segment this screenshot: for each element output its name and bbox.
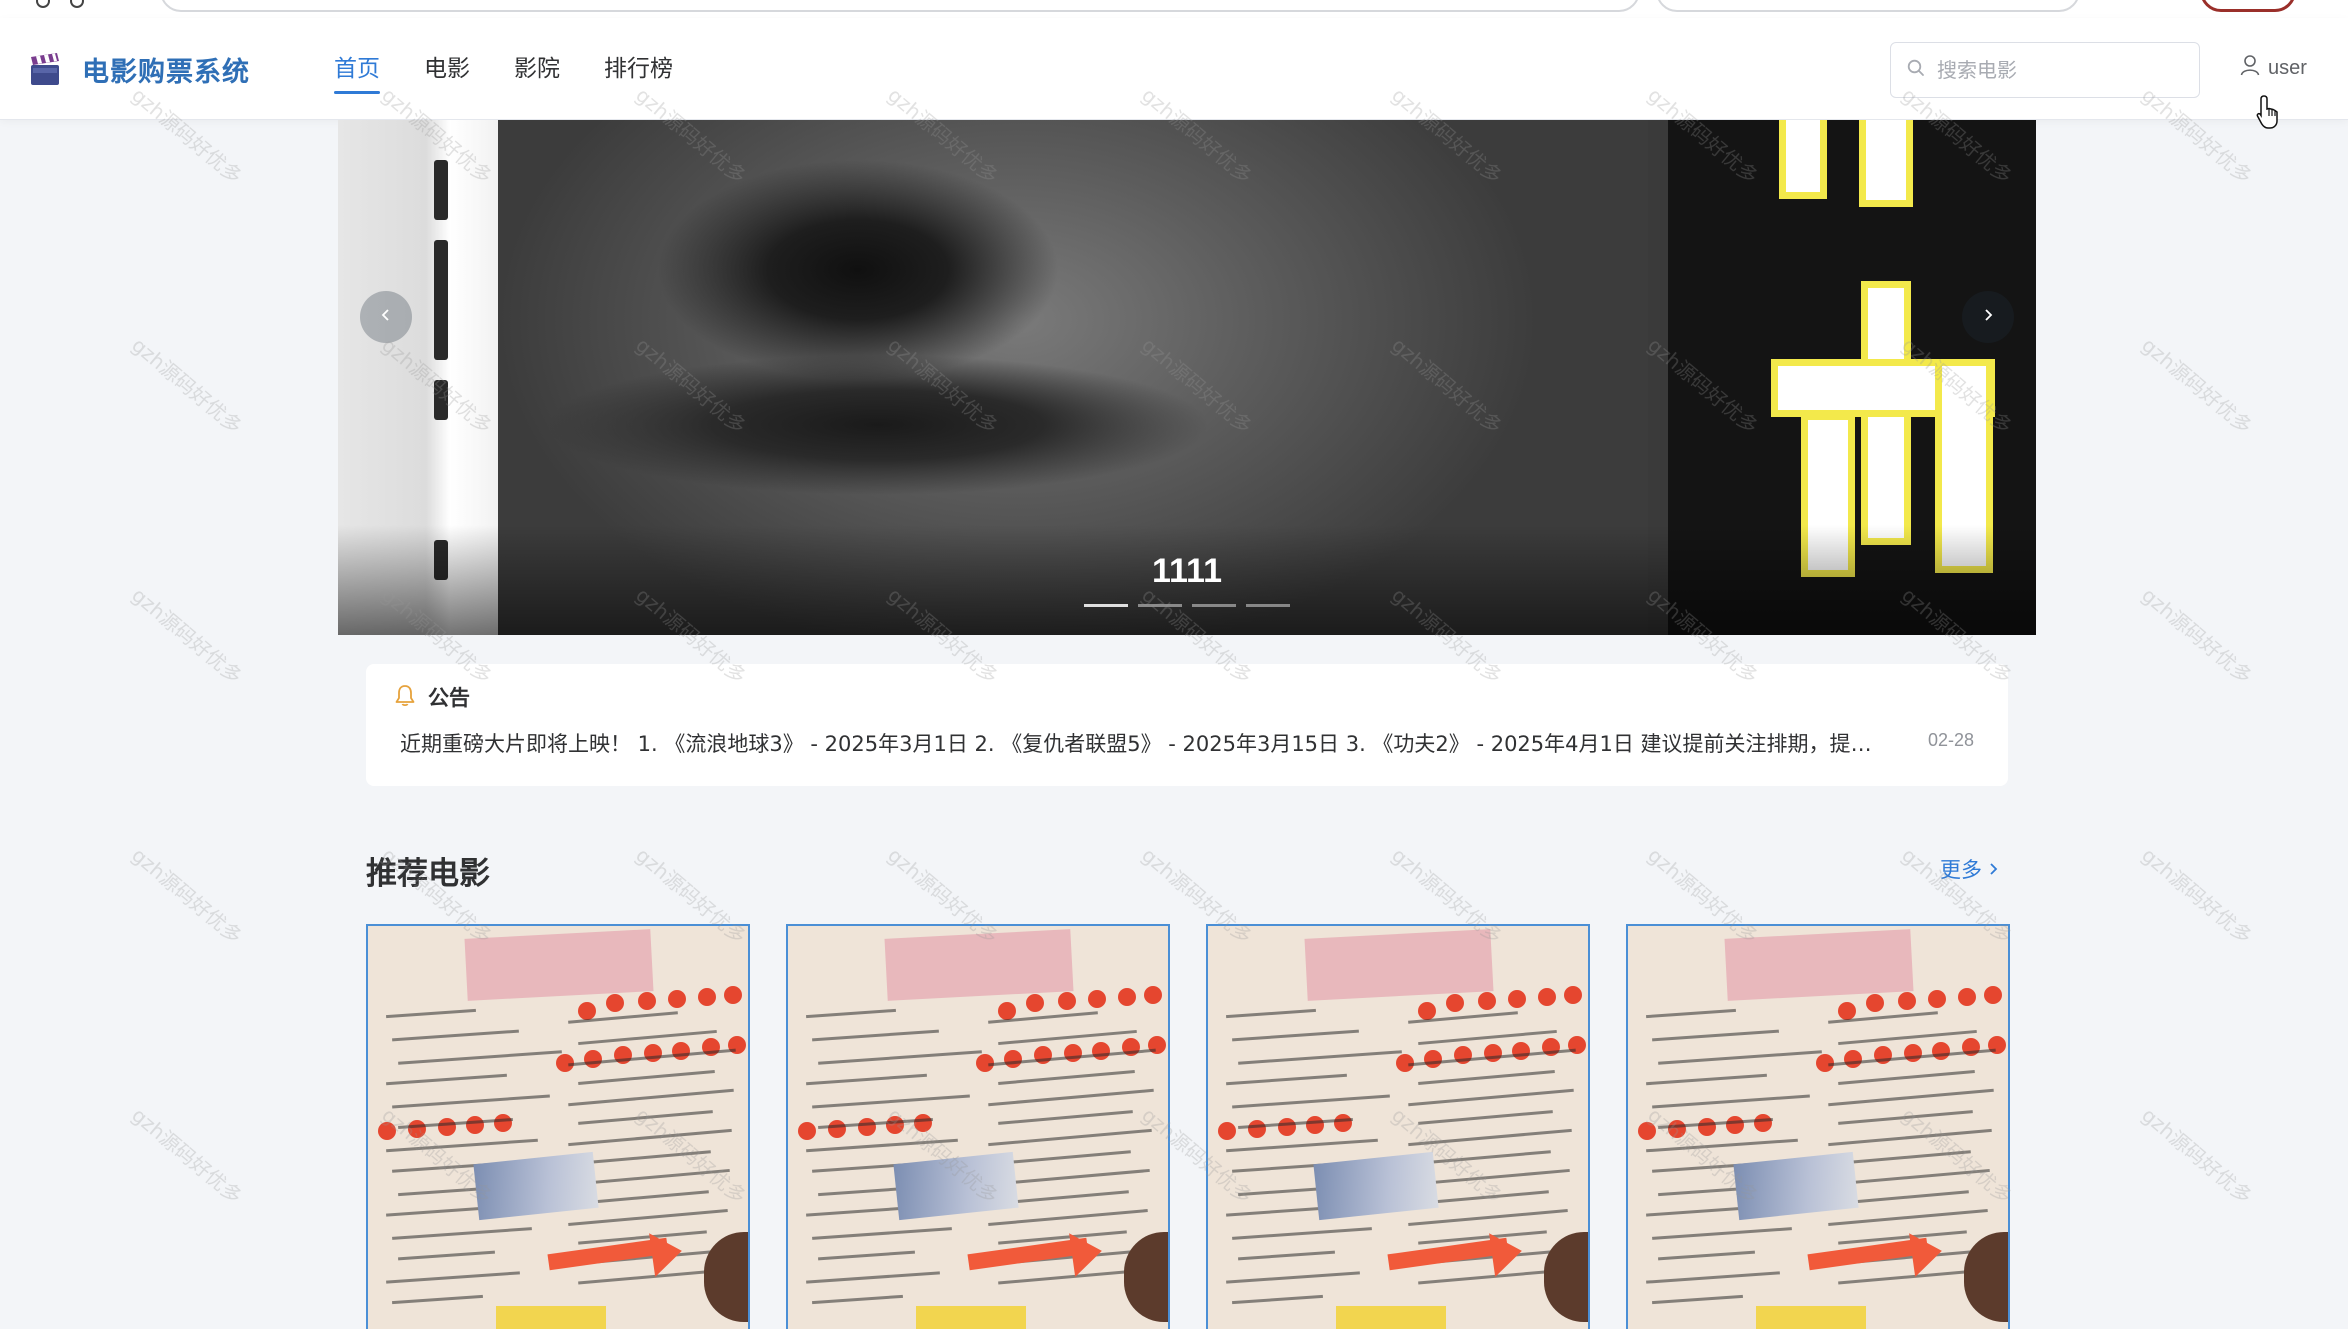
chevron-right-icon (1988, 861, 1998, 877)
banner-caption: 1111 (1151, 552, 1222, 590)
user-name: user (2268, 56, 2307, 79)
carousel-indicators (1084, 604, 1300, 607)
watermark-text: gzh源码好优多 (2137, 842, 2257, 949)
user-icon (2240, 54, 2260, 82)
nav-item-rankings[interactable]: 排行榜 (604, 18, 673, 120)
nav-item-movies[interactable]: 电影 (424, 18, 470, 120)
watermark-text: gzh源码好优多 (127, 582, 247, 689)
movie-card[interactable] (366, 924, 750, 1329)
main-nav: 首页 电影 影院 排行榜 (334, 18, 717, 120)
banner-carousel[interactable]: 1111 (338, 120, 2036, 635)
site-logo[interactable]: 电影购票系统 (28, 50, 250, 89)
movie-card[interactable] (1626, 924, 2010, 1329)
carousel-indicator[interactable] (1192, 604, 1236, 607)
browser-forward-icon[interactable] (70, 0, 84, 8)
browser-toolbar (0, 0, 2348, 18)
watermark-text: gzh源码好优多 (2137, 582, 2257, 689)
search-icon (1907, 59, 1925, 82)
nav-item-cinemas[interactable]: 影院 (514, 18, 560, 120)
watermark-text: gzh源码好优多 (2137, 332, 2257, 439)
watermark-text: gzh源码好优多 (127, 332, 247, 439)
chevron-right-icon (1981, 306, 1995, 329)
carousel-next-button[interactable] (1962, 291, 2014, 343)
movie-card[interactable] (1206, 924, 1590, 1329)
watermark-text: gzh源码好优多 (127, 1102, 247, 1209)
movie-poster (1628, 926, 2008, 1329)
site-header: 电影购票系统 首页 电影 影院 排行榜 user (0, 18, 2348, 129)
section-title-recommended: 推荐电影 (366, 856, 490, 892)
carousel-indicator[interactable] (1084, 604, 1128, 607)
bell-icon (394, 683, 416, 712)
user-menu[interactable]: user (2240, 54, 2307, 82)
movie-poster (788, 926, 1168, 1329)
movie-poster (1208, 926, 1588, 1329)
carousel-prev-button[interactable] (360, 291, 412, 343)
movie-card[interactable] (786, 924, 1170, 1329)
announcement-title: 公告 (428, 686, 470, 710)
more-movies-link[interactable]: 更多 (1940, 854, 1998, 884)
announcement-text[interactable]: 近期重磅大片即将上映！ 1. 《流浪地球3》 - 2025年3月1日 2. 《复… (400, 728, 1890, 758)
mouse-cursor-icon (2256, 94, 2282, 130)
search-box[interactable] (1890, 42, 2200, 98)
chevron-left-icon (379, 306, 393, 329)
movie-card-list (366, 924, 2010, 1329)
nav-item-home[interactable]: 首页 (334, 18, 380, 120)
watermark-text: gzh源码好优多 (127, 842, 247, 949)
browser-search-bar[interactable] (1656, 0, 2080, 12)
browser-address-bar[interactable] (160, 0, 1640, 12)
browser-back-icon[interactable] (36, 0, 50, 8)
carousel-indicator[interactable] (1246, 604, 1290, 607)
watermark-text: gzh源码好优多 (2137, 1102, 2257, 1209)
clapperboard-icon (28, 52, 62, 87)
more-label: 更多 (1940, 858, 1982, 882)
announcement-date: 02-28 (1927, 730, 1974, 750)
movie-poster (368, 926, 748, 1329)
search-input[interactable] (1937, 58, 2177, 82)
site-title: 电影购票系统 (82, 57, 250, 88)
announcement-card: 公告 近期重磅大片即将上映！ 1. 《流浪地球3》 - 2025年3月1日 2.… (366, 664, 2008, 786)
browser-profile-button[interactable] (2200, 0, 2296, 12)
carousel-indicator[interactable] (1138, 604, 1182, 607)
